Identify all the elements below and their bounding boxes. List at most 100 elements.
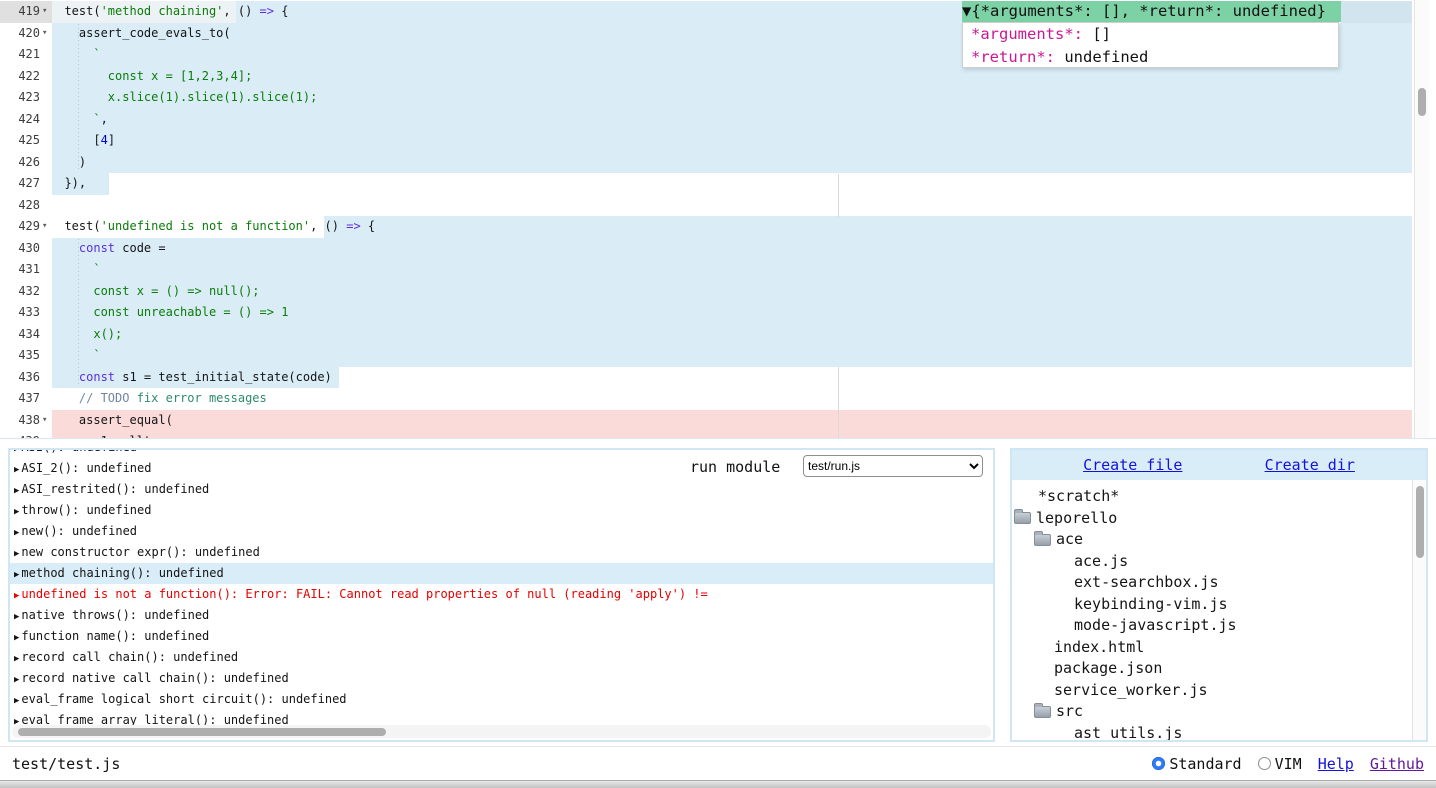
expand-triangle-icon[interactable]: ▶ xyxy=(14,549,19,559)
line-number[interactable]: 425 xyxy=(0,130,40,152)
tree-file-package.json[interactable]: package.json xyxy=(1012,658,1412,680)
line-number[interactable]: 428 xyxy=(0,195,40,217)
line-number[interactable]: 439 xyxy=(0,431,40,439)
fold-arrow-icon[interactable]: ▾ xyxy=(42,1,47,23)
create-dir-button[interactable]: Create dir xyxy=(1265,456,1355,474)
inspector-entry[interactable]: *return*: undefined xyxy=(971,46,1338,69)
code-text[interactable]: ` xyxy=(50,259,101,281)
expand-triangle-icon[interactable]: ▶ xyxy=(14,528,19,538)
fold-arrow-icon[interactable]: ▾ xyxy=(42,216,47,238)
line-number[interactable]: 420 xyxy=(0,23,40,45)
code-text[interactable]: `, xyxy=(50,109,108,131)
editor-scrollbar-thumb[interactable] xyxy=(1418,88,1426,116)
code-text[interactable]: ` xyxy=(50,345,101,367)
tree-file-keybinding-vim.js[interactable]: keybinding-vim.js xyxy=(1012,594,1412,616)
code-text[interactable]: ` xyxy=(50,44,101,66)
line-number[interactable]: 433 xyxy=(0,302,40,324)
create-file-button[interactable]: Create file xyxy=(1083,456,1182,474)
code-text[interactable]: test('method chaining', () => { xyxy=(50,1,288,23)
run-module-select[interactable]: test/run.js xyxy=(803,455,983,477)
test-result-item[interactable]: ▶function name(): undefined xyxy=(10,626,993,647)
editor-line-438[interactable]: 438▾ assert_equal( xyxy=(0,410,1436,432)
code-text[interactable]: const x = [1,2,3,4]; xyxy=(50,66,252,88)
tree-folder-leporello[interactable]: leporello xyxy=(1012,508,1412,530)
editor-line-430[interactable]: 430 const code = xyxy=(0,238,1436,260)
tree-file-mode-javascript.js[interactable]: mode-javascript.js xyxy=(1012,615,1412,637)
editor-line-425[interactable]: 425 [4] xyxy=(0,130,1436,152)
code-text[interactable]: assert_code_evals_to( xyxy=(50,23,231,45)
editor-line-431[interactable]: 431 ` xyxy=(0,259,1436,281)
tree-file-index.html[interactable]: index.html xyxy=(1012,637,1412,659)
expand-triangle-icon[interactable]: ▶ xyxy=(14,486,19,496)
line-number[interactable]: 431 xyxy=(0,259,40,281)
radio-vim-label[interactable]: VIM xyxy=(1275,755,1302,773)
line-number[interactable]: 421 xyxy=(0,44,40,66)
test-result-item[interactable]: ▶throw(): undefined xyxy=(10,500,993,521)
editor-line-433[interactable]: 433 const unreachable = () => 1 xyxy=(0,302,1436,324)
results-hscrollbar-thumb[interactable] xyxy=(18,728,386,736)
editor-line-434[interactable]: 434 x(); xyxy=(0,324,1436,346)
test-result-item[interactable]: ▶record call chain(): undefined xyxy=(10,647,993,668)
line-number[interactable]: 435 xyxy=(0,345,40,367)
tree-file-ast_utils.js[interactable]: ast_utils.js xyxy=(1012,723,1412,741)
code-text[interactable]: const code = xyxy=(50,238,166,260)
radio-vim-icon[interactable] xyxy=(1258,757,1271,770)
line-number[interactable]: 437 xyxy=(0,388,40,410)
fold-arrow-icon[interactable]: ▾ xyxy=(42,23,47,45)
tree-file-*scratch*[interactable]: *scratch* xyxy=(1012,486,1412,508)
test-result-item[interactable]: ▶eval_frame logical short circuit(): und… xyxy=(10,689,993,710)
test-result-item[interactable]: ▶undefined is not a function(): Error: F… xyxy=(10,584,993,605)
expand-triangle-icon[interactable]: ▶ xyxy=(14,507,19,517)
radio-standard-label[interactable]: Standard xyxy=(1169,755,1241,773)
editor-line-439[interactable]: 439 s1.calltree xyxy=(0,431,1436,439)
code-text[interactable]: const s1 = test_initial_state(code) xyxy=(50,367,332,389)
help-link[interactable]: Help xyxy=(1318,755,1354,773)
code-text[interactable]: test('undefined is not a function', () =… xyxy=(50,216,375,238)
line-number[interactable]: 436 xyxy=(0,367,40,389)
line-number[interactable]: 430 xyxy=(0,238,40,260)
test-result-item[interactable]: ▶new(): undefined xyxy=(10,521,993,542)
expand-triangle-icon[interactable]: ▶ xyxy=(14,570,19,580)
code-editor[interactable]: 419▾ test('method chaining', () => {420▾… xyxy=(0,0,1436,439)
editor-line-429[interactable]: 429▾ test('undefined is not a function',… xyxy=(0,216,1436,238)
line-number[interactable]: 419 xyxy=(0,1,40,23)
line-number[interactable]: 438 xyxy=(0,410,40,432)
line-number[interactable]: 427 xyxy=(0,173,40,195)
tree-file-ace.js[interactable]: ace.js xyxy=(1012,551,1412,573)
editor-line-428[interactable]: 428 xyxy=(0,195,1436,217)
expand-triangle-icon[interactable]: ▶ xyxy=(14,448,19,454)
tree-folder-ace[interactable]: ace xyxy=(1012,529,1412,551)
test-result-item[interactable]: ▶record native call chain(): undefined xyxy=(10,668,993,689)
code-text[interactable]: const x = () => null(); xyxy=(50,281,260,303)
editor-line-426[interactable]: 426 ) xyxy=(0,152,1436,174)
expand-triangle-icon[interactable]: ▶ xyxy=(14,465,19,475)
editor-line-432[interactable]: 432 const x = () => null(); xyxy=(0,281,1436,303)
line-number[interactable]: 429 xyxy=(0,216,40,238)
line-number[interactable]: 423 xyxy=(0,87,40,109)
test-result-item[interactable]: ▶new constructor expr(): undefined xyxy=(10,542,993,563)
code-text[interactable]: x(); xyxy=(50,324,122,346)
tree-file-service_worker.js[interactable]: service_worker.js xyxy=(1012,680,1412,702)
test-result-item[interactable]: ▶method chaining(): undefined xyxy=(10,563,993,584)
code-text[interactable]: const unreachable = () => 1 xyxy=(50,302,288,324)
tree-scrollbar-thumb[interactable] xyxy=(1416,486,1424,558)
editor-line-427[interactable]: 427 }), xyxy=(0,173,1436,195)
expand-triangle-icon[interactable]: ▶ xyxy=(14,612,19,622)
expand-triangle-icon[interactable]: ▶ xyxy=(14,696,19,706)
code-text[interactable]: }), xyxy=(50,173,86,195)
editor-scrollbar-track[interactable] xyxy=(1414,0,1429,438)
editor-line-436[interactable]: 436 const s1 = test_initial_state(code) xyxy=(0,367,1436,389)
value-inspector-header[interactable]: ▼{*arguments*: [], *return*: undefined} xyxy=(962,1,1341,22)
fold-arrow-icon[interactable]: ▾ xyxy=(42,410,47,432)
test-result-item[interactable]: ▶ASI_restrited(): undefined xyxy=(10,479,993,500)
code-text[interactable]: s1.calltree xyxy=(50,431,173,439)
expand-triangle-icon[interactable]: ▶ xyxy=(14,675,19,685)
expand-triangle-icon[interactable]: ▶ xyxy=(14,633,19,643)
editor-line-435[interactable]: 435 ` xyxy=(0,345,1436,367)
expand-triangle-icon[interactable]: ▶ xyxy=(14,591,19,601)
results-hscrollbar-track[interactable] xyxy=(12,725,991,738)
code-text[interactable]: // TODO fix error messages xyxy=(50,388,267,410)
keybinding-vim-option[interactable]: VIM xyxy=(1258,755,1302,773)
test-result-item[interactable]: ▶native throws(): undefined xyxy=(10,605,993,626)
code-text[interactable]: assert_equal( xyxy=(50,410,173,432)
